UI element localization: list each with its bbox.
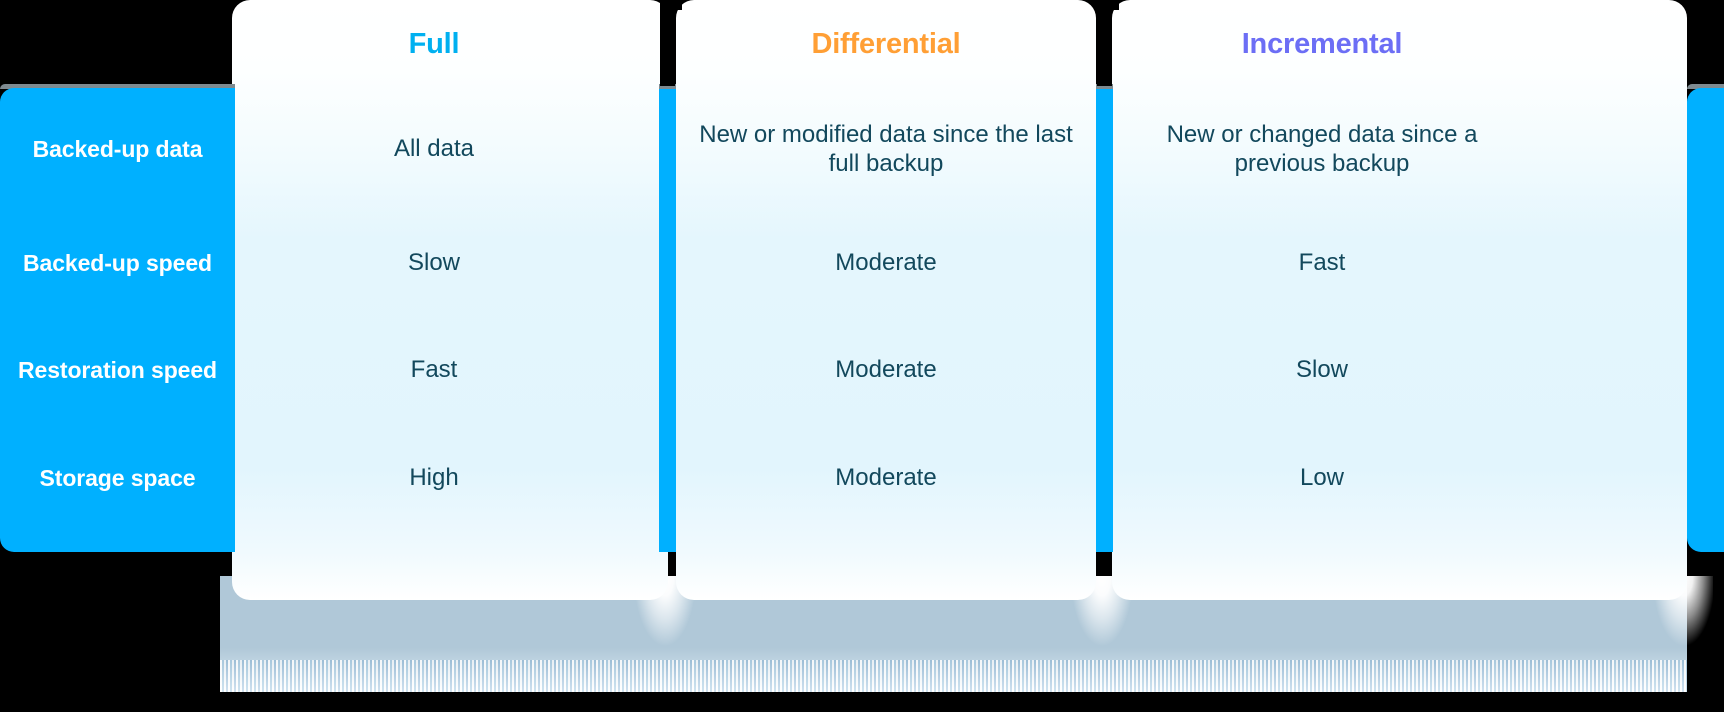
cell-full-backed-up-speed: Slow (407, 249, 461, 277)
column-body-incremental: New or changed data since a previous bac… (1112, 88, 1687, 552)
row-label-storage-space: Storage space (39, 464, 196, 491)
column-body-differential: New or modified data since the last full… (676, 88, 1096, 552)
right-accent-rail (1687, 88, 1724, 552)
notch-top-divider-1 (660, 0, 682, 10)
cell-full-storage-space: High (409, 464, 459, 492)
cell-incremental-storage-space: Low (1299, 464, 1345, 492)
column-body-full: All data Slow Fast High (232, 88, 668, 552)
cell-differential-storage-space: Moderate (835, 464, 937, 492)
row-label-restoration-speed: Restoration speed (18, 356, 217, 383)
comparison-table-stage: Full All data Slow Fast High Differentia… (0, 0, 1724, 712)
column-card-full: Full All data Slow Fast High (232, 0, 668, 600)
cell-differential-restoration-speed: Moderate (835, 356, 937, 384)
cell-full-backed-up-data: All data (393, 135, 475, 163)
bottom-shadow-noise (220, 660, 1687, 692)
column-card-differential: Differential New or modified data since … (676, 0, 1096, 600)
comparison-columns: Full All data Slow Fast High Differentia… (0, 0, 1724, 712)
cell-incremental-restoration-speed: Slow (1295, 356, 1349, 384)
notch-divider-1 (660, 0, 675, 86)
cell-incremental-backed-up-speed: Fast (1298, 249, 1346, 277)
column-divider-2 (1096, 88, 1113, 552)
cell-full-restoration-speed: Fast (410, 356, 458, 384)
notch-divider-2 (1097, 0, 1112, 86)
row-label-backed-up-speed: Backed-up speed (23, 249, 212, 276)
row-label-sidebar: Backed-up data Backed-up speed Restorati… (0, 88, 235, 552)
column-card-incremental: Incremental New or changed data since a … (1112, 0, 1687, 600)
cell-differential-backed-up-data: New or modified data since the last full… (699, 120, 1073, 177)
cell-differential-backed-up-speed: Moderate (835, 249, 937, 277)
cell-incremental-backed-up-data: New or changed data since a previous bac… (1166, 120, 1478, 177)
notch-top-divider-2 (1097, 0, 1119, 10)
column-divider-1 (659, 88, 676, 552)
row-label-backed-up-data: Backed-up data (32, 135, 203, 162)
column-header-full: Full (408, 27, 460, 60)
column-header-incremental: Incremental (1241, 27, 1403, 60)
column-header-differential: Differential (811, 27, 961, 60)
